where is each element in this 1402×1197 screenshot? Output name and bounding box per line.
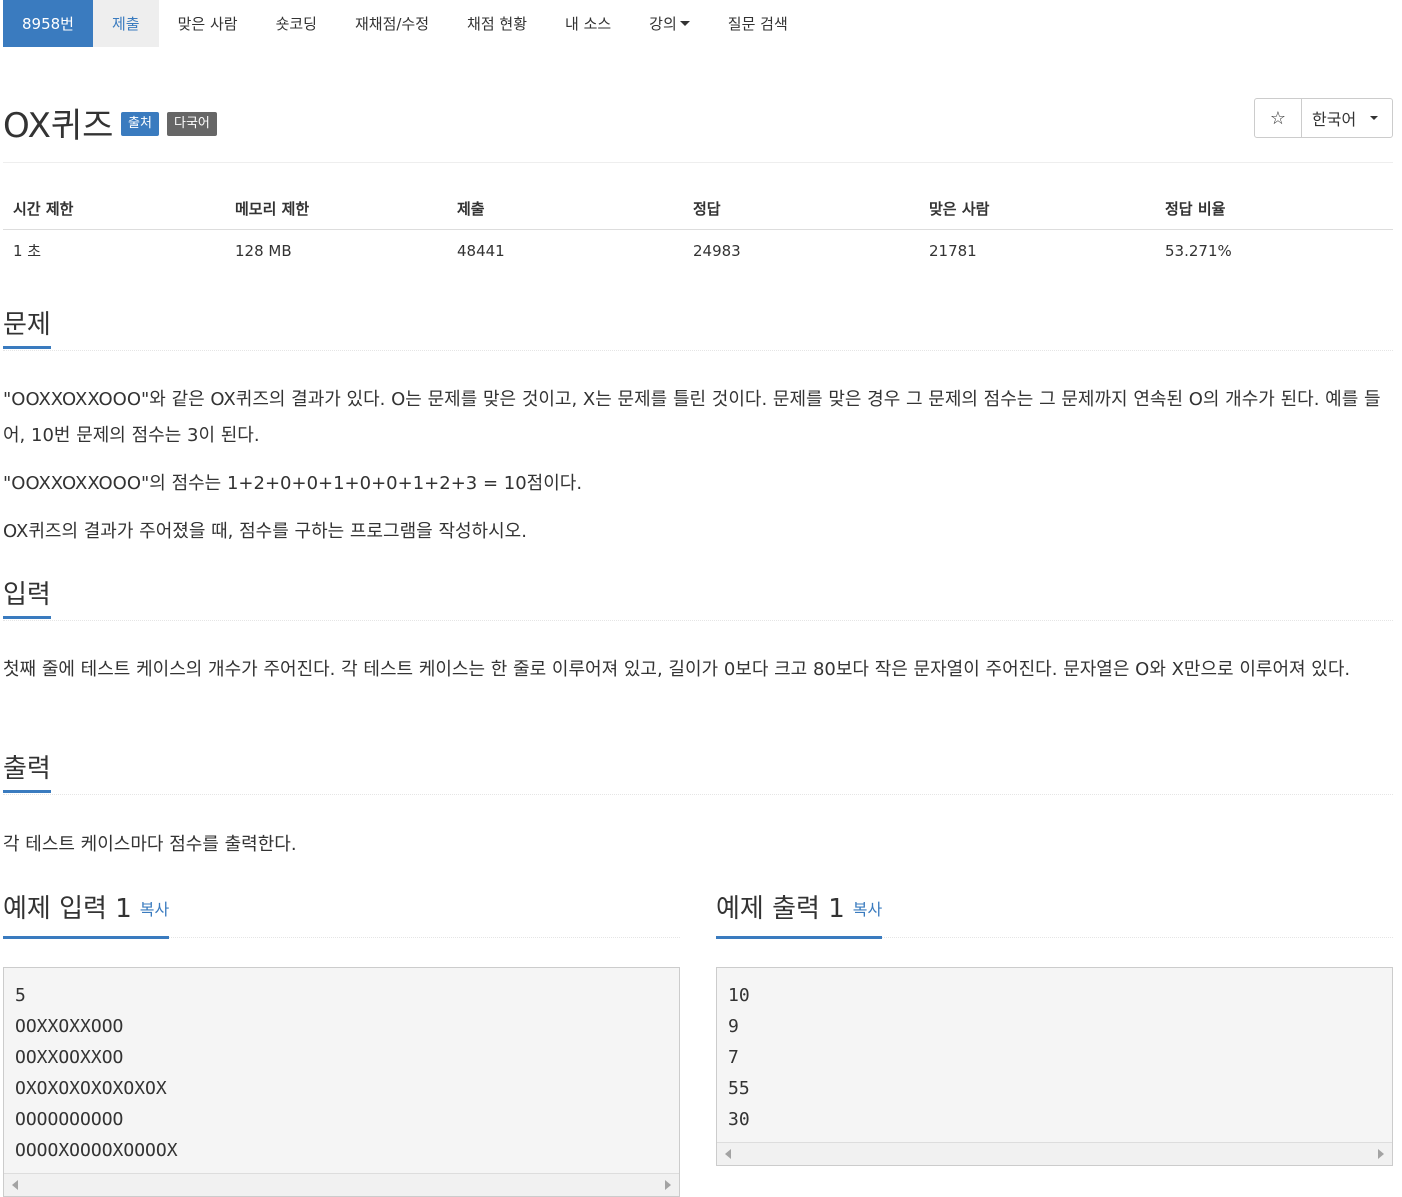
nav-rejudge[interactable]: 재채점/수정 <box>336 0 448 47</box>
problem-info-table: 시간 제한 메모리 제한 제출 정답 맞은 사람 정답 비율 1 초 128 M… <box>3 188 1393 271</box>
header-submissions: 제출 <box>447 188 683 230</box>
sample-input-panel: 예제 입력 1 복사 5 OOXXOXXOOO OOXXOOXXOO OXOXOX… <box>3 885 680 1197</box>
sample-input-header: 예제 입력 1 복사 <box>3 885 680 939</box>
header-accepted: 정답 <box>683 188 919 230</box>
sample-input-box[interactable]: 5 OOXXOXXOOO OOXXOOXXOO OXOXOXOXOXOXOX O… <box>3 967 680 1197</box>
scroll-right-arrow-icon[interactable] <box>665 1180 671 1190</box>
nav-problem-number[interactable]: 8958번 <box>3 0 93 47</box>
language-label: 한국어 <box>1312 110 1357 129</box>
sample-input-line: OOOOOOOOOO <box>15 1109 124 1130</box>
table-row: 1 초 128 MB 48441 24983 21781 53.271% <box>3 230 1393 272</box>
header-accept-ratio: 정답 비율 <box>1155 188 1393 230</box>
header-accepted-users: 맞은 사람 <box>919 188 1155 230</box>
nav-lecture-dropdown[interactable]: 강의 <box>630 0 709 47</box>
scroll-right-arrow-icon[interactable] <box>1378 1149 1384 1159</box>
sample-output-line: 30 <box>728 1109 750 1130</box>
problem-title-row: OX퀴즈 출처 다국어 ☆ 한국어 <box>3 96 1393 163</box>
sample-input-line: OOXXOXXOOO <box>15 1016 124 1037</box>
star-icon: ☆ <box>1269 107 1287 129</box>
description-paragraph-3: OX퀴즈의 결과가 주어졌을 때, 점수를 구하는 프로그램을 작성하시오. <box>3 521 527 542</box>
sample-input-heading: 예제 입력 1 <box>3 894 132 924</box>
copy-sample-input-button[interactable]: 복사 <box>140 900 169 919</box>
input-heading: 입력 <box>3 580 51 619</box>
problem-nav: 8958번 제출 맞은 사람 숏코딩 재채점/수정 채점 현황 내 소스 강의 … <box>3 0 807 47</box>
sample-output-line: 9 <box>728 1016 739 1037</box>
memory-limit-value: 128 MB <box>235 241 292 260</box>
output-description: 각 테스트 케이스마다 점수를 출력한다. <box>3 834 297 855</box>
sample-output-panel: 예제 출력 1 복사 10 9 7 55 30 <box>716 885 1393 1166</box>
nav-accepted-users[interactable]: 맞은 사람 <box>159 0 257 47</box>
sample-input-line: OXOXOXOXOXOXOX <box>15 1078 167 1099</box>
copy-sample-output-button[interactable]: 복사 <box>853 900 882 919</box>
scroll-left-arrow-icon[interactable] <box>725 1149 731 1159</box>
nav-short-coding[interactable]: 숏코딩 <box>257 0 336 47</box>
accepted-users-value: 21781 <box>929 241 977 260</box>
input-section-header: 입력 <box>3 580 1393 621</box>
sample-output-heading-wrap: 예제 출력 1 복사 <box>716 889 883 939</box>
page-title: OX퀴즈 <box>3 106 114 146</box>
description-section-header: 문제 <box>3 310 1393 351</box>
caret-down-icon <box>679 21 690 26</box>
multilang-badge[interactable]: 다국어 <box>167 112 217 136</box>
scroll-left-arrow-icon[interactable] <box>12 1180 18 1190</box>
sample-input-heading-wrap: 예제 입력 1 복사 <box>3 889 170 939</box>
input-description: 첫째 줄에 테스트 케이스의 개수가 주어진다. 각 테스트 케이스는 한 줄로… <box>3 659 1351 680</box>
sample-output-heading: 예제 출력 1 <box>716 894 845 924</box>
horizontal-scrollbar[interactable] <box>4 1173 679 1196</box>
caret-down-icon <box>1370 116 1379 120</box>
sample-output-line: 55 <box>728 1078 750 1099</box>
header-memory-limit: 메모리 제한 <box>225 188 447 230</box>
title-actions: ☆ 한국어 <box>1254 98 1393 138</box>
sample-input-line: OOXXOOXXOO <box>15 1047 124 1068</box>
accepted-value: 24983 <box>693 241 741 260</box>
submissions-value: 48441 <box>457 241 505 260</box>
description-paragraph-2: "OOXXOXXOOO"의 점수는 1+2+0+0+1+0+0+1+2+3 = … <box>3 473 583 494</box>
sample-output-box[interactable]: 10 9 7 55 30 <box>716 967 1393 1166</box>
star-button[interactable]: ☆ <box>1255 99 1302 137</box>
source-badge[interactable]: 출처 <box>121 112 159 136</box>
description-heading: 문제 <box>3 310 51 349</box>
nav-submit[interactable]: 제출 <box>92 0 159 47</box>
sample-input-line: OOOOXOOOOXOOOOX <box>15 1140 178 1161</box>
accept-ratio-value: 53.271% <box>1165 241 1232 260</box>
output-section-header: 출력 <box>3 754 1393 795</box>
sample-input-line: 5 <box>15 985 26 1006</box>
description-paragraph-1: "OOXXOXXOOO"와 같은 OX퀴즈의 결과가 있다. O는 문제를 맞은… <box>3 389 1381 446</box>
nav-status[interactable]: 채점 현황 <box>448 0 546 47</box>
table-header-row: 시간 제한 메모리 제한 제출 정답 맞은 사람 정답 비율 <box>3 188 1393 230</box>
sample-output-header: 예제 출력 1 복사 <box>716 885 1393 939</box>
nav-question-search[interactable]: 질문 검색 <box>709 0 807 47</box>
sample-output-line: 7 <box>728 1047 739 1068</box>
sample-output-line: 10 <box>728 985 750 1006</box>
time-limit-value: 1 초 <box>13 242 42 260</box>
nav-my-source[interactable]: 내 소스 <box>546 0 630 47</box>
horizontal-scrollbar[interactable] <box>717 1142 1392 1165</box>
output-heading: 출력 <box>3 754 51 793</box>
nav-lecture-label: 강의 <box>649 15 677 33</box>
language-dropdown[interactable]: 한국어 <box>1302 99 1392 137</box>
header-time-limit: 시간 제한 <box>3 188 225 230</box>
